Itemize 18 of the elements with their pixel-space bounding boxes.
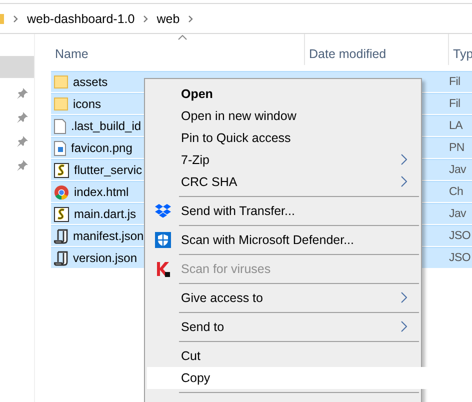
file-type: Fil — [449, 76, 460, 88]
file-name: favicon.png — [71, 141, 132, 155]
file-type: LA — [449, 120, 462, 132]
file-type: Jav — [449, 164, 466, 176]
file-name: flutter_servic — [74, 163, 142, 177]
file-name: assets — [73, 75, 108, 89]
file-name: index.html — [74, 185, 129, 199]
file-type: Ch — [449, 186, 464, 198]
file-name: icons — [73, 97, 102, 111]
file-type: Fil — [449, 98, 460, 110]
file-name: version.json — [73, 251, 138, 265]
file-type: JSO — [449, 252, 470, 264]
file-type: JSO — [449, 230, 470, 242]
file-type: PN — [449, 142, 464, 154]
file-name: .last_build_id — [71, 119, 142, 133]
file-type: Jav — [449, 208, 466, 220]
file-name: manifest.json — [73, 229, 144, 243]
file-name: main.dart.js — [74, 207, 136, 221]
